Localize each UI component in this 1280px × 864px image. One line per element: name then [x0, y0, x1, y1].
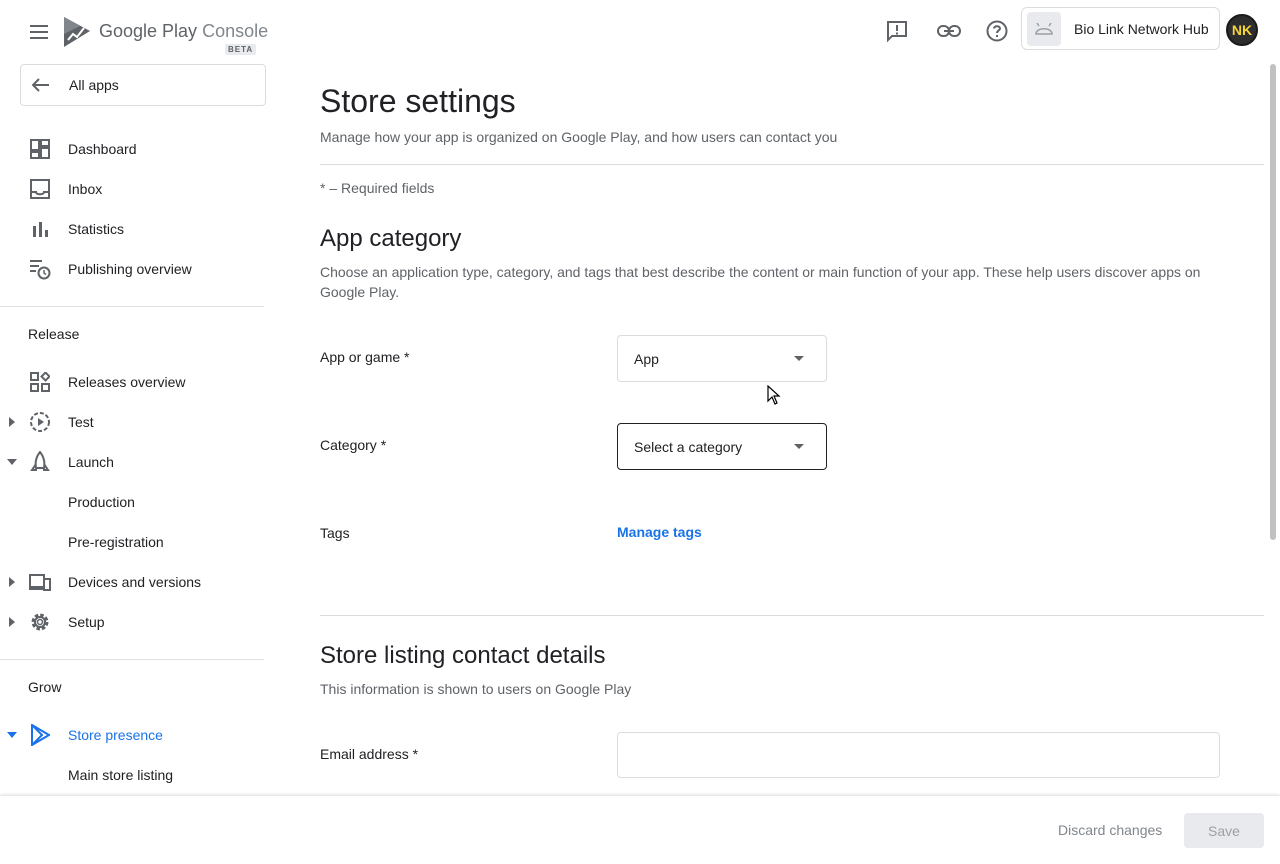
- category-value: Select a category: [634, 438, 743, 455]
- page-title: Store settings: [320, 83, 516, 119]
- feedback-icon[interactable]: [884, 18, 910, 44]
- inbox-icon: [28, 177, 52, 201]
- account-switcher[interactable]: Bio Link Network Hub: [1021, 7, 1220, 50]
- sidebar-item-dashboard[interactable]: Dashboard: [0, 129, 264, 169]
- brand-primary: Google Play: [99, 21, 198, 41]
- sidebar-item-launch[interactable]: Launch: [0, 442, 264, 482]
- releases-icon: [28, 370, 52, 394]
- sidebar-item-releases-overview[interactable]: Releases overview: [0, 362, 264, 402]
- sidebar-divider: [0, 306, 264, 307]
- test-icon: [28, 410, 52, 434]
- page-subtitle: Manage how your app is organized on Goog…: [320, 129, 838, 145]
- sidebar-item-statistics[interactable]: Statistics: [0, 209, 264, 249]
- sidebar-item-label: Test: [68, 414, 94, 430]
- devices-icon: [28, 570, 52, 594]
- beta-badge: BETA: [225, 44, 257, 55]
- sidebar-item-label: Setup: [68, 614, 105, 630]
- play-console-logo-icon: [62, 16, 92, 48]
- app-category-description: Choose an application type, category, an…: [320, 264, 1201, 300]
- section-heading-app-category: App category: [320, 225, 462, 252]
- sidebar-item-label: Publishing overview: [68, 261, 192, 277]
- sidebar-item-main-store-listing[interactable]: Main store listing: [0, 755, 264, 795]
- dropdown-arrow-icon: [794, 444, 804, 449]
- arrow-back-icon: [32, 78, 52, 92]
- link-icon[interactable]: [936, 18, 962, 44]
- sidebar-item-test[interactable]: Test: [0, 402, 264, 442]
- caret-right-icon: [6, 616, 18, 628]
- sidebar-item-setup[interactable]: Setup: [0, 602, 264, 642]
- sidebar-item-pre-registration[interactable]: Pre-registration: [0, 522, 264, 562]
- bottom-action-bar: Discard changes Save: [0, 796, 1280, 864]
- sidebar-item-label: Inbox: [68, 181, 103, 197]
- dropdown-arrow-icon: [794, 356, 804, 361]
- launch-icon: [28, 450, 52, 474]
- sidebar-item-label: Dashboard: [68, 141, 137, 157]
- bar-chart-icon: [28, 217, 52, 241]
- android-icon: [1027, 11, 1061, 46]
- dashboard-icon: [28, 137, 52, 161]
- publishing-icon: [28, 257, 52, 281]
- category-label: Category *: [320, 437, 387, 453]
- email-label: Email address *: [320, 746, 419, 762]
- save-button[interactable]: Save: [1184, 813, 1264, 848]
- all-apps-button[interactable]: All apps: [20, 64, 266, 106]
- sidebar-item-label: Main store listing: [68, 767, 174, 783]
- brand-secondary: Console: [202, 21, 269, 41]
- email-field[interactable]: [617, 732, 1220, 778]
- caret-right-icon: [6, 416, 18, 428]
- gear-icon: [28, 610, 52, 634]
- section-heading-contact-details: Store listing contact details: [320, 642, 606, 669]
- sidebar-item-label: Releases overview: [68, 374, 186, 390]
- sidebar-item-label: Statistics: [68, 221, 125, 237]
- sidebar-item-label: Production: [68, 494, 135, 510]
- contact-description: This information is shown to users on Go…: [320, 681, 632, 697]
- account-name: Bio Link Network Hub: [1074, 20, 1209, 37]
- top-bar: Google Play Console BETA Bio Link Networ…: [0, 0, 1280, 64]
- app-or-game-select[interactable]: App: [617, 335, 827, 382]
- sidebar-item-inbox[interactable]: Inbox: [0, 169, 264, 209]
- section-title-grow: Grow: [28, 679, 62, 695]
- caret-right-icon: [6, 576, 18, 588]
- manage-tags-link[interactable]: Manage tags: [617, 524, 702, 540]
- sidebar-item-production[interactable]: Production: [0, 482, 264, 522]
- category-select[interactable]: Select a category: [617, 423, 827, 470]
- section-title-release: Release: [28, 326, 80, 342]
- scrollbar[interactable]: [1270, 64, 1276, 540]
- sidebar-item-label: Pre-registration: [68, 534, 164, 550]
- divider: [320, 615, 1264, 616]
- sidebar-item-label: Launch: [68, 454, 114, 470]
- help-icon[interactable]: [984, 18, 1010, 44]
- app-or-game-label: App or game *: [320, 349, 410, 365]
- sidebar-divider: [0, 659, 264, 660]
- mouse-cursor-icon: [767, 384, 781, 405]
- all-apps-label: All apps: [69, 77, 119, 93]
- menu-icon[interactable]: [26, 18, 54, 46]
- sidebar-item-publishing-overview[interactable]: Publishing overview: [0, 249, 264, 289]
- tags-label: Tags: [320, 525, 350, 541]
- sidebar-item-devices-and-versions[interactable]: Devices and versions: [0, 562, 264, 602]
- caret-down-icon: [6, 456, 18, 468]
- sidebar-item-store-presence[interactable]: Store presence: [0, 715, 264, 755]
- avatar[interactable]: NK: [1226, 14, 1258, 46]
- divider: [320, 164, 1264, 165]
- app-or-game-value: App: [634, 350, 659, 367]
- brand-title: Google Play Console: [99, 21, 268, 42]
- sidebar-item-label: Devices and versions: [68, 574, 202, 590]
- discard-changes-button[interactable]: Discard changes: [1058, 822, 1162, 838]
- caret-down-icon: [6, 729, 18, 741]
- sidebar-item-label: Store presence: [68, 727, 163, 743]
- store-presence-icon: [28, 723, 52, 747]
- required-fields-note: * – Required fields: [320, 180, 435, 196]
